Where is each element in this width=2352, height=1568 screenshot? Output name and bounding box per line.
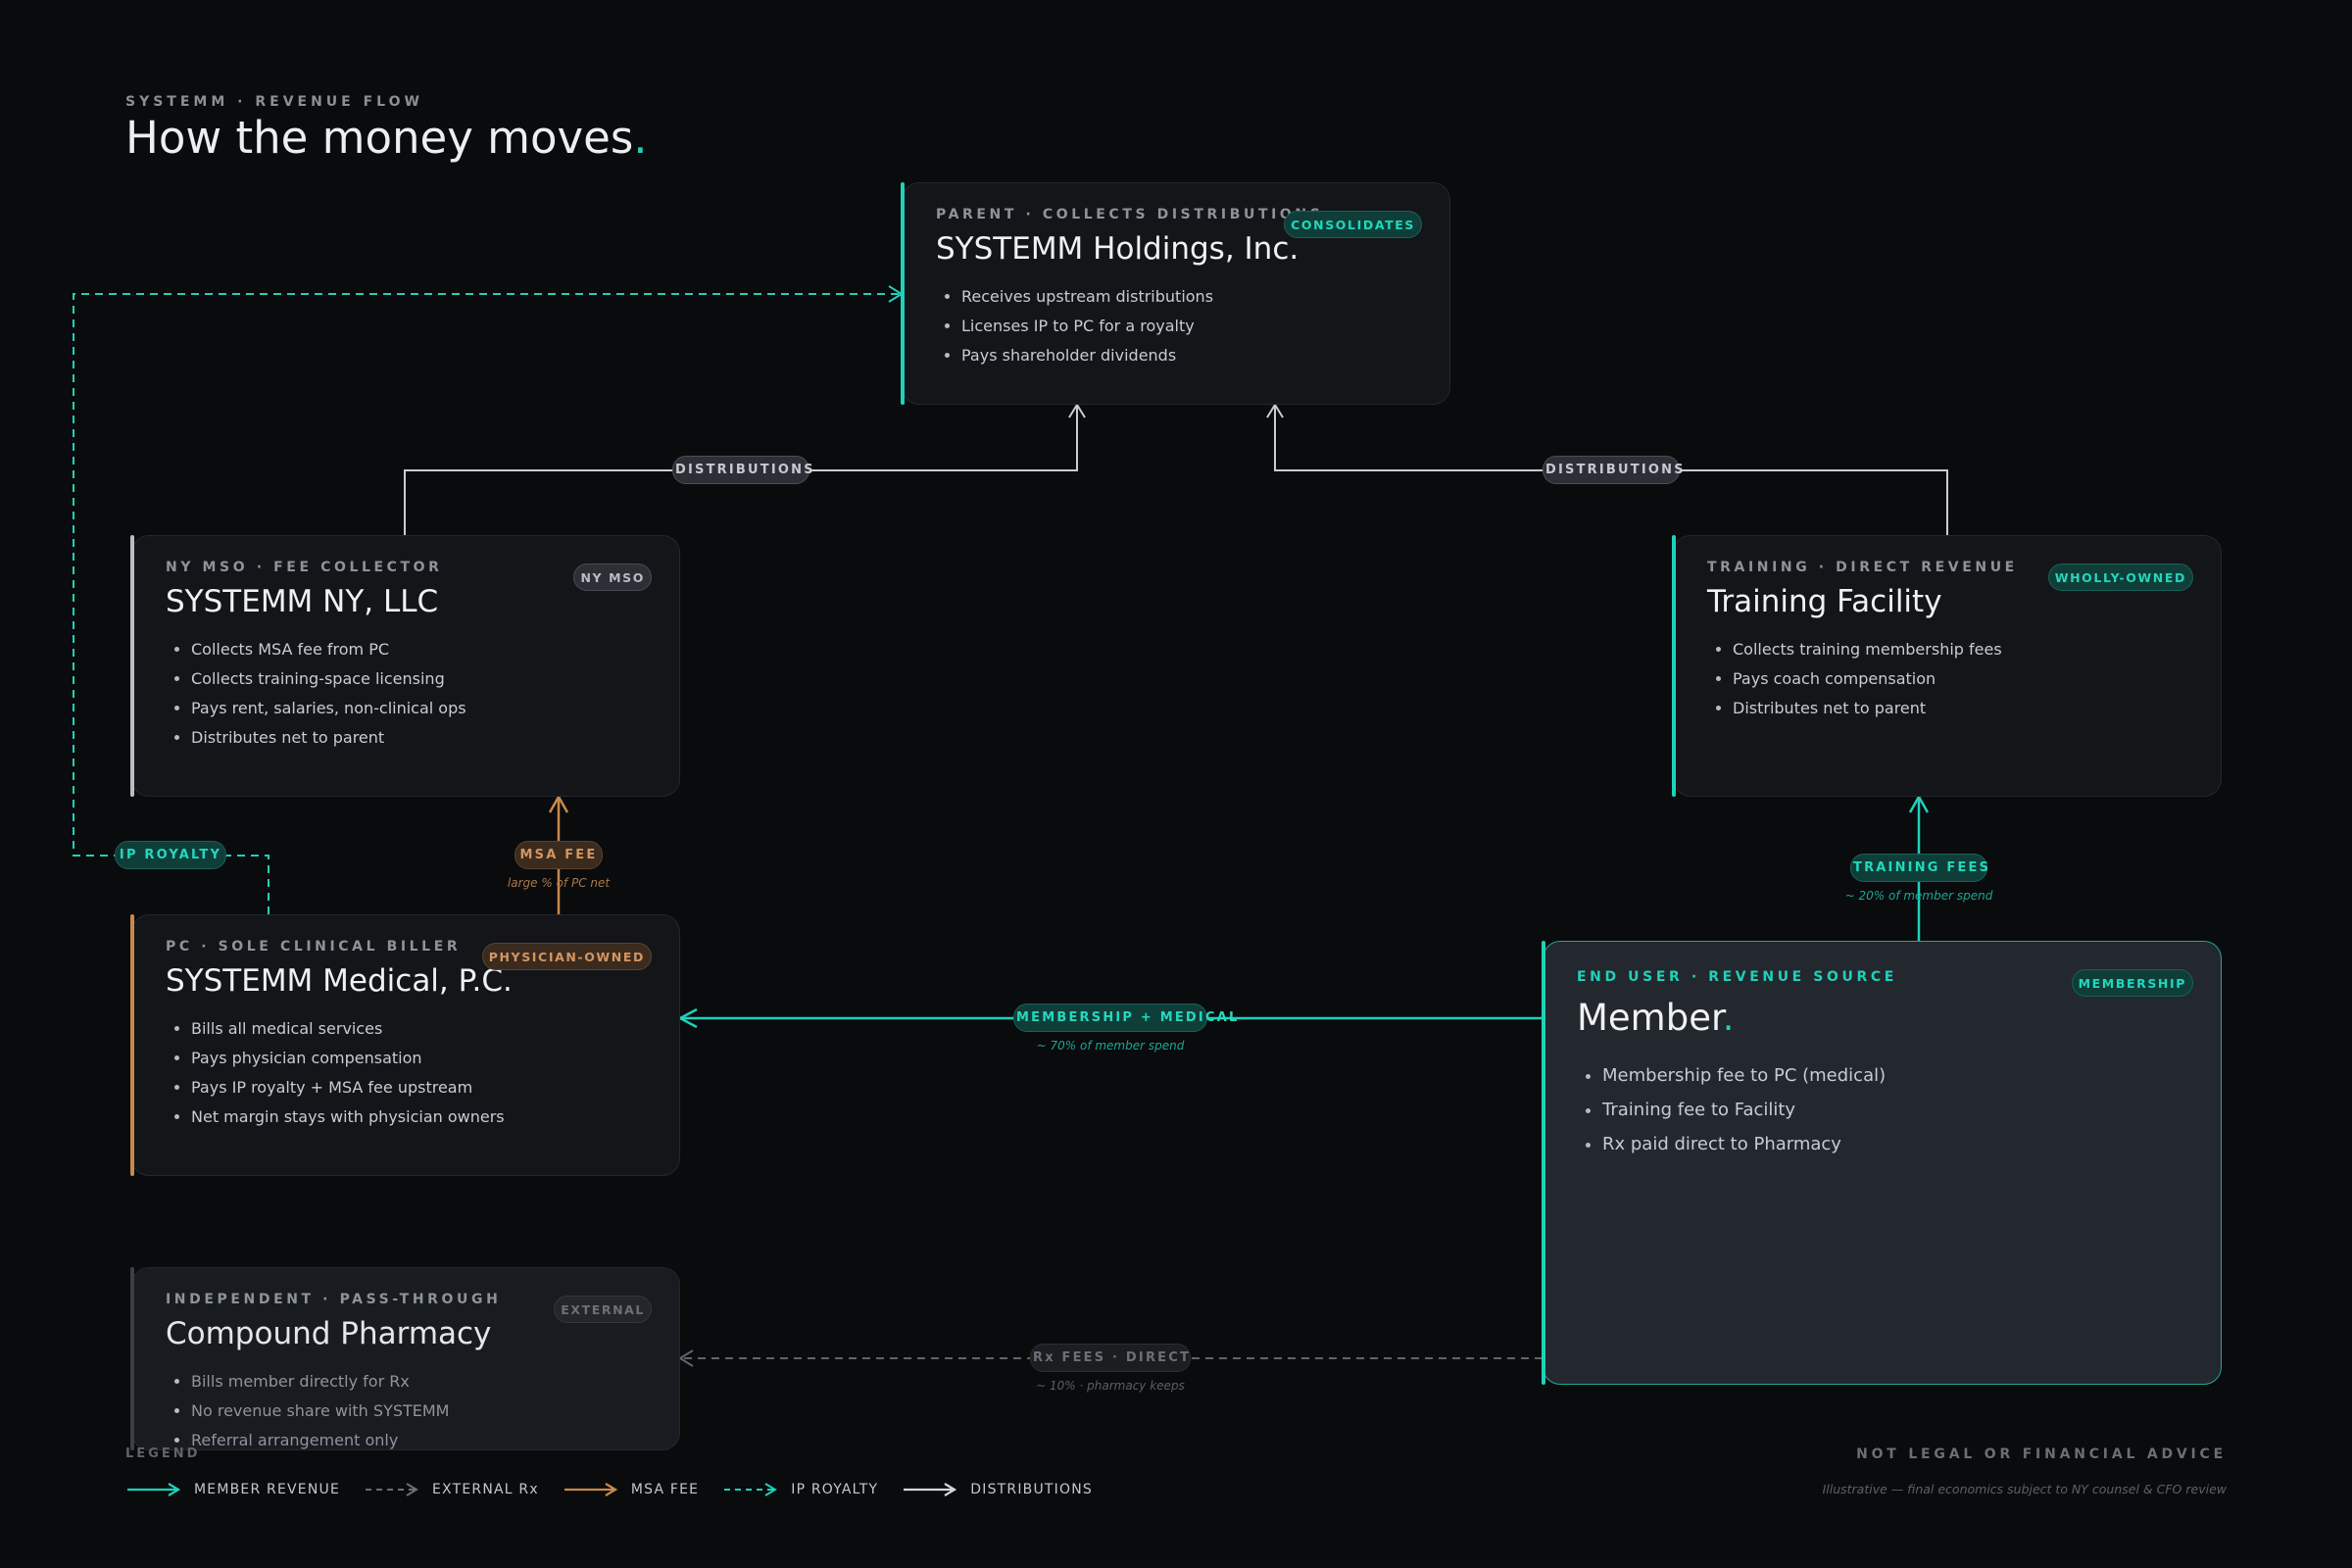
- disclaimer-note: Illustrative — final economics subject t…: [1822, 1482, 2227, 1496]
- medical-badge: PHYSICIAN-OWNED: [481, 943, 652, 970]
- training-badge: WHOLLY-OWNED: [2047, 564, 2193, 591]
- rx-fees-note: ~ 10% · pharmacy keeps: [1036, 1379, 1185, 1393]
- member-badge: MEMBERSHIP: [2071, 969, 2193, 997]
- legend-item-member-revenue: MEMBER REVENUE: [125, 1482, 340, 1497]
- ny-list: Collects MSA fee from PC Collects traini…: [166, 635, 648, 753]
- disclaimer: NOT LEGAL OR FINANCIAL ADVICE: [1856, 1446, 2227, 1462]
- distributions-left-label: DISTRIBUTIONS: [672, 456, 813, 484]
- solid-teal-arrow-icon: [127, 1483, 180, 1496]
- pharmacy-list: Bills member directly for Rx No revenue …: [166, 1367, 648, 1455]
- legend-label: EXTERNAL Rx: [432, 1482, 539, 1497]
- list-item: No revenue share with SYSTEMM: [191, 1396, 648, 1426]
- dashed-teal-arrow-icon: [724, 1483, 778, 1496]
- list-item: Training fee to Facility: [1602, 1093, 2189, 1127]
- legend-label: IP ROYALTY: [791, 1482, 879, 1497]
- rx-fees-label: Rx FEES · DIRECT: [1030, 1344, 1191, 1372]
- legend-label: MEMBER REVENUE: [194, 1482, 340, 1497]
- list-item: Collects MSA fee from PC: [191, 635, 648, 664]
- ny-name: SYSTEMM NY, LLC: [166, 584, 439, 619]
- legend-item-external-rx: EXTERNAL Rx: [364, 1482, 539, 1497]
- list-item: Licenses IP to PC for a royalty: [961, 312, 1418, 341]
- legend-label: MSA FEE: [630, 1482, 700, 1497]
- msa-fee-note: large % of PC net: [507, 876, 611, 890]
- training-fees-note: ~ 20% of member spend: [1844, 889, 1993, 903]
- card-systemm-ny: NY MSO · FEE COLLECTOR SYSTEMM NY, LLC N…: [130, 535, 680, 797]
- member-name: Member.: [1577, 997, 2189, 1039]
- list-item: Bills all medical services: [191, 1014, 648, 1044]
- legend: MEMBER REVENUE EXTERNAL Rx MSA FEE IP RO…: [125, 1478, 1116, 1501]
- distributions-right-label: DISTRIBUTIONS: [1543, 456, 1684, 484]
- list-item: Collects training membership fees: [1733, 635, 2189, 664]
- solid-white-arrow-icon: [904, 1483, 957, 1496]
- ny-badge: NY MSO: [573, 564, 652, 591]
- card-systemm-medical: PC · SOLE CLINICAL BILLER SYSTEMM Medica…: [130, 914, 680, 1176]
- card-compound-pharmacy: INDEPENDENT · PASS-THROUGH Compound Phar…: [130, 1267, 680, 1450]
- list-item: Pays shareholder dividends: [961, 341, 1418, 370]
- list-item: Rx paid direct to Pharmacy: [1602, 1127, 2189, 1161]
- holdings-badge: CONSOLIDATES: [1284, 211, 1422, 238]
- pharmacy-badge: EXTERNAL: [554, 1296, 652, 1323]
- list-item: Pays coach compensation: [1733, 664, 2189, 694]
- member-name-dot: .: [1722, 997, 1735, 1039]
- card-training-facility: TRAINING · DIRECT REVENUE Training Facil…: [1672, 535, 2222, 797]
- member-list: Membership fee to PC (medical) Training …: [1577, 1058, 2189, 1161]
- ip-royalty-label: IP ROYALTY: [115, 841, 226, 869]
- card-member: END USER · REVENUE SOURCE Member. MEMBER…: [1542, 941, 2222, 1385]
- medical-list: Bills all medical services Pays physicia…: [166, 1014, 648, 1132]
- list-item: Collects training-space licensing: [191, 664, 648, 694]
- training-list: Collects training membership fees Pays c…: [1707, 635, 2189, 723]
- holdings-list: Receives upstream distributions Licenses…: [936, 282, 1418, 370]
- msa-fee-label: MSA FEE: [514, 841, 603, 869]
- list-item: Bills member directly for Rx: [191, 1367, 648, 1396]
- legend-item-msa-fee: MSA FEE: [563, 1482, 699, 1497]
- membership-medical-label: MEMBERSHIP + MEDICAL: [1013, 1004, 1237, 1032]
- training-fees-label: TRAINING FEES: [1850, 854, 1988, 882]
- list-item: Pays rent, salaries, non-clinical ops: [191, 694, 648, 723]
- legend-label: DISTRIBUTIONS: [970, 1482, 1093, 1497]
- list-item: Distributes net to parent: [191, 723, 648, 753]
- list-item: Receives upstream distributions: [961, 282, 1418, 312]
- list-item: Pays IP royalty + MSA fee upstream: [191, 1073, 648, 1102]
- list-item: Net margin stays with physician owners: [191, 1102, 648, 1132]
- dashed-grey-arrow-icon: [366, 1483, 418, 1496]
- legend-item-distributions: DISTRIBUTIONS: [902, 1482, 1093, 1497]
- list-item: Distributes net to parent: [1733, 694, 2189, 723]
- list-item: Membership fee to PC (medical): [1602, 1058, 2189, 1093]
- card-holdings: PARENT · COLLECTS DISTRIBUTIONS SYSTEMM …: [901, 182, 1450, 405]
- legend-item-ip-royalty: IP ROYALTY: [722, 1482, 878, 1497]
- list-item: Referral arrangement only: [191, 1426, 648, 1455]
- legend-title: LEGEND: [125, 1446, 201, 1461]
- list-item: Pays physician compensation: [191, 1044, 648, 1073]
- member-name-text: Member: [1577, 997, 1723, 1039]
- solid-amber-arrow-icon: [564, 1483, 617, 1496]
- membership-medical-note: ~ 70% of member spend: [1036, 1039, 1185, 1053]
